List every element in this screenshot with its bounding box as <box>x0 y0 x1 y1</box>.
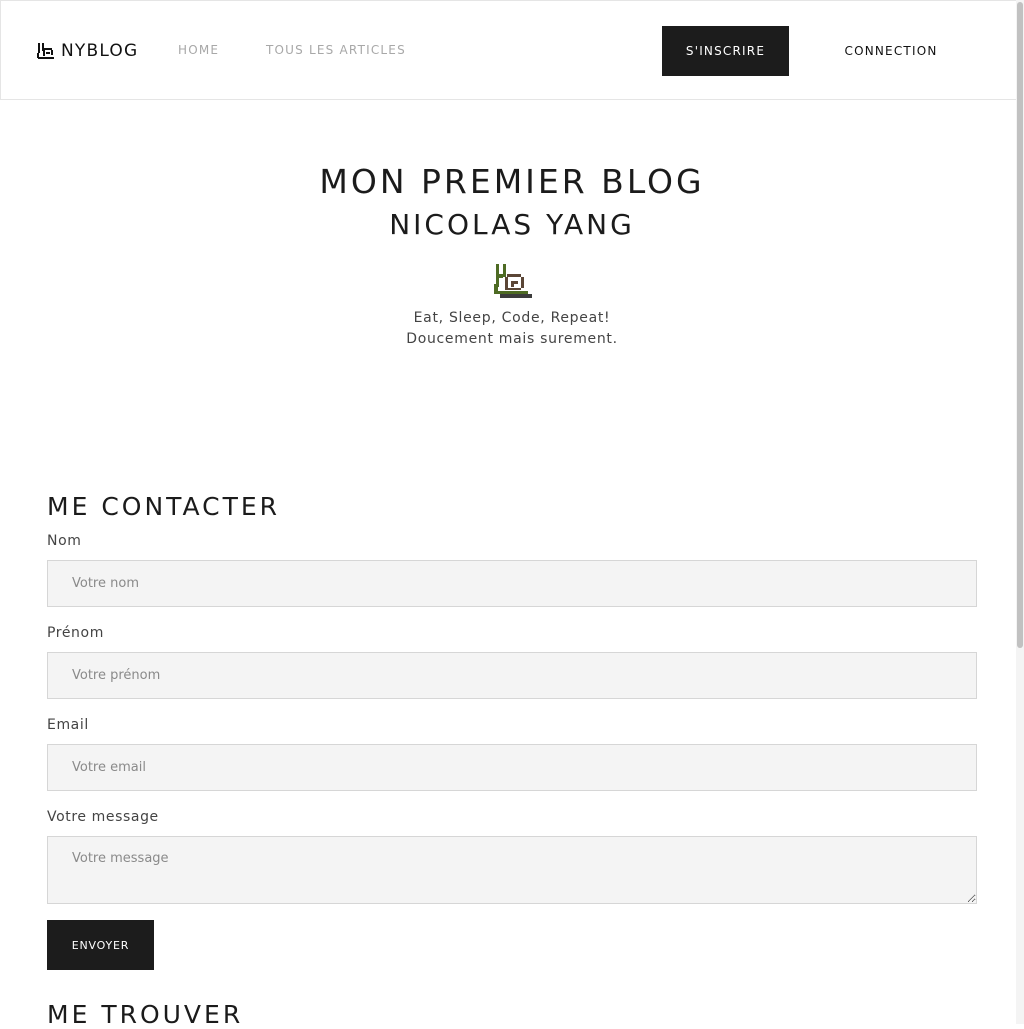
signup-button[interactable]: S'INSCRIRE <box>662 26 789 76</box>
top-navbar: NYBLOG HOME TOUS LES ARTICLES S'INSCRIRE… <box>0 0 1024 100</box>
scrollbar-track[interactable] <box>1016 0 1024 1024</box>
firstname-label: Prénom <box>47 625 104 641</box>
page-title: MON PREMIER BLOG <box>319 162 705 201</box>
snail-icon <box>494 264 532 298</box>
location-section-title: ME TROUVER <box>47 1000 244 1029</box>
nav-link-home[interactable]: HOME <box>178 43 219 57</box>
nav-link-all-articles[interactable]: TOUS LES ARTICLES <box>266 43 406 57</box>
login-button[interactable]: CONNECTION <box>821 26 961 76</box>
snail-logo-icon <box>37 42 55 60</box>
brand-text: NYBLOG <box>61 41 139 61</box>
brand-link[interactable]: NYBLOG <box>37 39 138 63</box>
firstname-input[interactable] <box>47 652 977 699</box>
name-label: Nom <box>47 533 82 549</box>
name-input[interactable] <box>47 560 977 607</box>
contact-section-title: ME CONTACTER <box>47 492 281 521</box>
email-label: Email <box>47 717 89 733</box>
message-textarea[interactable] <box>47 836 977 904</box>
tagline-line-2: Doucement mais surement. <box>406 331 618 347</box>
send-button[interactable]: ENVOYER <box>47 920 154 970</box>
message-label: Votre message <box>47 809 159 825</box>
author-name: NICOLAS YANG <box>389 208 635 241</box>
email-input[interactable] <box>47 744 977 791</box>
tagline-line-1: Eat, Sleep, Code, Repeat! <box>413 310 611 326</box>
